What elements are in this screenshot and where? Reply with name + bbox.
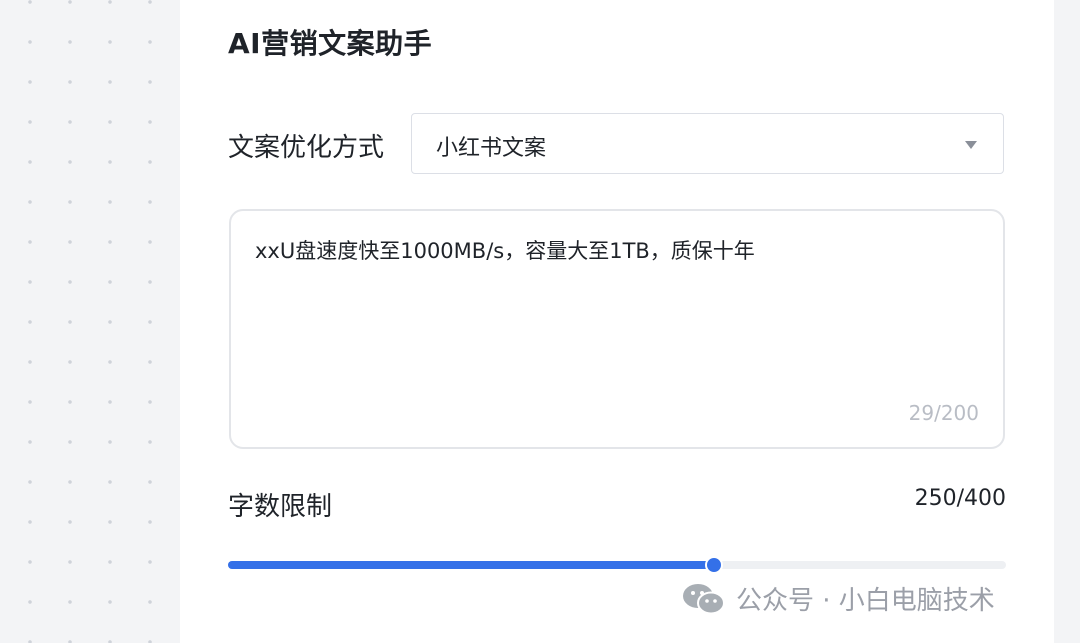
copy-input[interactable]: xxU盘速度快至1000MB/s，容量大至1TB，质保十年 29/200 bbox=[229, 209, 1005, 449]
caret-down-icon bbox=[965, 141, 977, 149]
word-limit-label: 字数限制 bbox=[228, 492, 333, 522]
right-gutter bbox=[1054, 0, 1080, 643]
mode-select[interactable]: 小红书文案 bbox=[411, 113, 1004, 174]
word-limit-slider[interactable] bbox=[228, 556, 1006, 574]
slider-fill bbox=[228, 561, 715, 569]
mode-label: 文案优化方式 bbox=[228, 133, 385, 163]
wechat-icon bbox=[683, 583, 725, 614]
page-title: AI营销文案助手 bbox=[228, 27, 433, 60]
watermark: 公众号 · 小白电脑技术 bbox=[682, 580, 995, 617]
dotted-background bbox=[0, 0, 180, 643]
word-limit-value: 250/400 bbox=[914, 486, 1006, 511]
watermark-text: 公众号 · 小白电脑技术 bbox=[736, 586, 995, 616]
character-count: 29/200 bbox=[908, 401, 979, 425]
copy-input-text: xxU盘速度快至1000MB/s，容量大至1TB，质保十年 bbox=[255, 239, 755, 263]
mode-select-value: 小红书文案 bbox=[436, 136, 547, 161]
